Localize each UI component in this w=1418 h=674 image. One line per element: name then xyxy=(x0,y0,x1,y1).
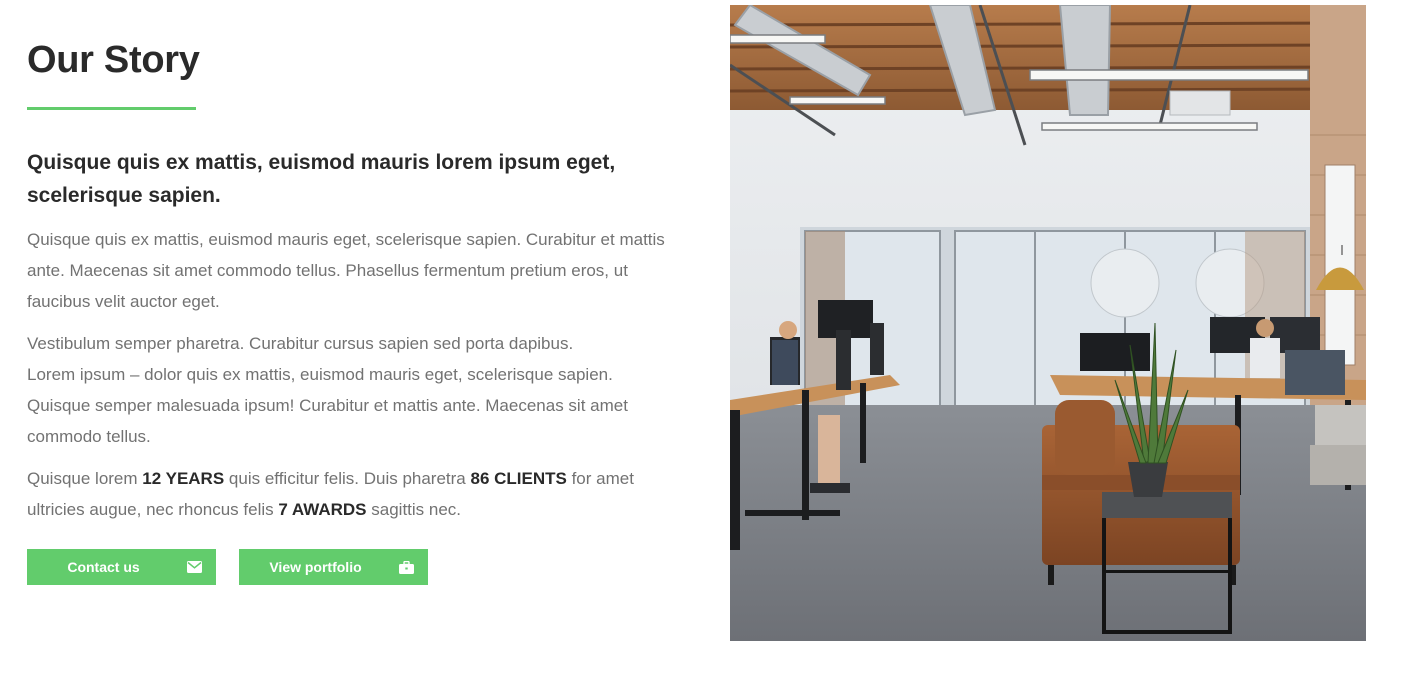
stat-years: 12 YEARS xyxy=(142,469,225,488)
office-photo xyxy=(730,5,1366,641)
paragraph-1: Quisque quis ex mattis, euismod mauris e… xyxy=(27,230,665,311)
paragraph-2-line-2: Lorem ipsum – dolor quis ex mattis, euis… xyxy=(27,365,613,384)
paragraph-3: Quisque lorem 12 YEARS quis efficitur fe… xyxy=(27,463,667,525)
envelope-icon xyxy=(172,561,216,573)
stat-awards: 7 AWARDS xyxy=(278,500,367,519)
stats-text-4: sagittis nec. xyxy=(366,500,462,519)
stats-text-2: quis efficitur felis. Duis pharetra xyxy=(224,469,471,488)
title-underline xyxy=(27,107,196,110)
view-portfolio-label: View portfolio xyxy=(269,559,362,575)
page-title: Our Story xyxy=(27,39,200,81)
view-portfolio-button[interactable]: View portfolio xyxy=(239,549,428,585)
contact-us-label: Contact us xyxy=(67,559,140,575)
paragraph-2-line-3: Quisque semper malesuada ipsum! Curabitu… xyxy=(27,396,628,446)
briefcase-icon xyxy=(384,560,428,574)
paragraph-2: Vestibulum semper pharetra. Curabitur cu… xyxy=(27,328,667,452)
stat-clients: 86 CLIENTS xyxy=(470,469,567,488)
paragraph-2-line-1: Vestibulum semper pharetra. Curabitur cu… xyxy=(27,334,574,353)
contact-us-button[interactable]: Contact us xyxy=(27,549,216,585)
stats-text-1: Quisque lorem xyxy=(27,469,143,488)
section-subtitle: Quisque quis ex mattis, euismod mauris l… xyxy=(27,151,616,207)
